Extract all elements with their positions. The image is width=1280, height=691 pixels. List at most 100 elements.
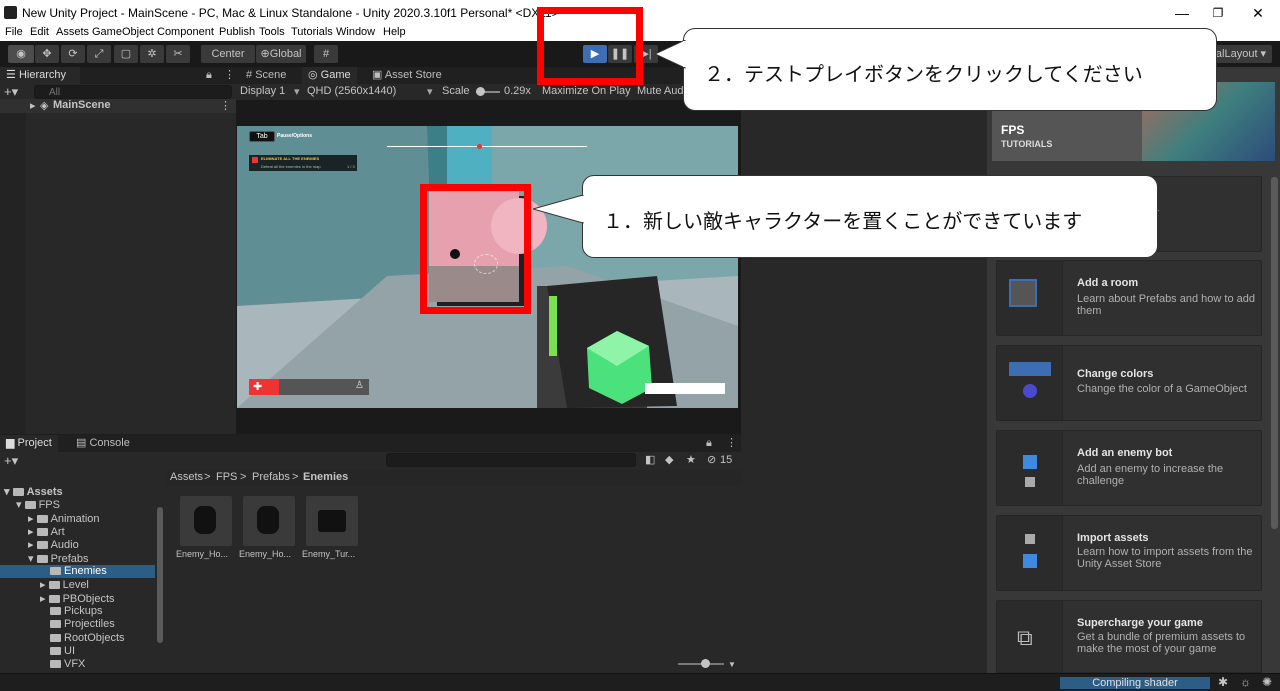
tab-project[interactable]: ▆ Project <box>0 435 58 452</box>
zoom-slider-handle[interactable] <box>701 659 710 668</box>
asset-store-tab-label: Asset Store <box>384 69 442 81</box>
unity-scene-icon: ◈ <box>40 100 49 112</box>
filter-type-icon[interactable]: ◧ <box>645 453 655 466</box>
breadcrumb-assets[interactable]: Assets <box>170 471 203 483</box>
add-object-button[interactable]: +▾ <box>4 84 26 100</box>
scale-slider-handle[interactable] <box>476 87 485 96</box>
pivot-center-button[interactable]: Center <box>201 45 255 63</box>
hierarchy-gutter <box>0 113 26 434</box>
card-icon-box <box>997 516 1063 590</box>
card-desc: Change the color of a GameObject <box>1077 383 1247 395</box>
tab-scene[interactable]: # Scene <box>240 67 292 84</box>
hidden-packages-icon[interactable]: ⊘ <box>707 453 716 466</box>
menu-window[interactable]: Window <box>336 26 375 38</box>
view-tool-eye-icon[interactable]: ◉ <box>8 45 34 63</box>
pivot-global-button[interactable]: ⊕Global <box>256 45 306 63</box>
scene-menu-icon[interactable]: ⋮ <box>220 99 231 112</box>
lock-icon[interactable]: 🔒︎ <box>200 67 218 84</box>
transform-tool-icon[interactable]: ✲ <box>140 45 164 63</box>
tree-item-ui[interactable]: UI <box>50 645 75 657</box>
scene-row[interactable]: ▸ ◈ MainScene ⋮ <box>0 99 236 113</box>
create-asset-button[interactable]: +▾ <box>4 453 18 469</box>
expand-arrow-icon[interactable]: ▸ <box>30 99 36 112</box>
asset-thumbnail[interactable] <box>180 496 232 546</box>
close-button[interactable]: ✕ <box>1240 3 1276 23</box>
tutorial-card-add-room[interactable]: Add a room Learn about Prefabs and how t… <box>996 260 1262 336</box>
minimize-button[interactable]: — <box>1164 3 1200 23</box>
menu-help[interactable]: Help <box>383 26 406 38</box>
room-icon <box>1009 279 1037 307</box>
asset-thumbnail[interactable] <box>306 496 358 546</box>
project-search-input[interactable] <box>386 453 636 467</box>
scroll-down-arrow-icon[interactable]: ▼ <box>728 660 736 669</box>
layout-dropdown[interactable]: alLayout ▾ <box>1210 45 1272 63</box>
tab-console[interactable]: ▤ Console <box>70 435 136 452</box>
resolution-dropdown[interactable]: QHD (2560x1440) <box>307 85 396 97</box>
asset-label: Enemy_Ho... <box>176 549 229 559</box>
tree-item-assets[interactable]: ▾ Assets <box>4 485 63 498</box>
breadcrumb-fps[interactable]: FPS <box>216 471 237 483</box>
tree-item-projectiles[interactable]: Projectiles <box>50 618 115 630</box>
resolution-dropdown-arrow-icon: ▾ <box>427 86 433 98</box>
tab-asset-store[interactable]: ▣ Asset Store <box>366 67 448 84</box>
tree-item-vfx[interactable]: VFX <box>50 658 85 670</box>
menu-tutorials[interactable]: Tutorials <box>291 26 333 38</box>
tree-item-audio[interactable]: ▸ Audio <box>28 538 79 551</box>
tutorial-card-add-enemy-bot[interactable]: Add an enemy bot Add an enemy to increas… <box>996 430 1262 506</box>
tree-item-level[interactable]: ▸ Level <box>40 578 89 591</box>
tutorials-scrollbar[interactable] <box>1271 177 1278 529</box>
tutorial-card-import-assets[interactable]: Import assets Learn how to import assets… <box>996 515 1262 591</box>
tree-item-pickups[interactable]: Pickups <box>50 605 103 617</box>
maximize-on-play-toggle[interactable]: Maximize On Play <box>542 85 631 97</box>
tree-item-prefabs[interactable]: ▾ Prefabs <box>28 552 89 565</box>
spinner-icon: ✺ <box>1262 675 1273 689</box>
menu-publish[interactable]: Publish <box>219 26 255 38</box>
hierarchy-search-input[interactable] <box>34 85 232 99</box>
menu-gameobject[interactable]: GameObject <box>92 26 154 38</box>
rect-tool-icon[interactable]: ▢ <box>114 45 138 63</box>
hierarchy-tabbar: ☰ Hierarchy 🔒︎ ⋮ <box>0 67 236 84</box>
tree-item-pbobjects[interactable]: ▸ PBObjects <box>40 592 115 605</box>
maximize-button[interactable]: ❐ <box>1200 3 1236 23</box>
tutorial-card-supercharge[interactable]: ⧉ Supercharge your game Get a bundle of … <box>996 600 1262 673</box>
filter-label-icon[interactable]: ◆ <box>665 453 673 466</box>
asset-thumbnail[interactable] <box>243 496 295 546</box>
custom-tool-icon[interactable]: ✂ <box>166 45 190 63</box>
auto-generate-icon[interactable]: ☼ <box>1240 675 1251 689</box>
menu-assets[interactable]: Assets <box>56 26 89 38</box>
tree-item-animation[interactable]: ▸ Animation <box>28 512 100 525</box>
tree-item-art[interactable]: ▸ Art <box>28 525 65 538</box>
rotate-tool-icon[interactable]: ⟳ <box>61 45 85 63</box>
breadcrumb-separator: > <box>204 471 211 483</box>
breadcrumb-enemies[interactable]: Enemies <box>303 471 348 483</box>
console-icon: ▤ <box>76 437 90 449</box>
grid-snap-icon[interactable]: # <box>314 45 338 63</box>
hud-tab-hint: Pause/Options <box>277 133 313 139</box>
breadcrumb-prefabs[interactable]: Prefabs <box>252 471 290 483</box>
menu-file[interactable]: File <box>5 26 23 38</box>
hidden-count: 15 <box>720 454 733 466</box>
tree-item-rootobjects[interactable]: RootObjects <box>50 632 125 644</box>
scale-tool-icon[interactable]: ⤢ <box>87 45 111 63</box>
card-title: Change colors <box>1077 368 1154 380</box>
hash-icon: # <box>246 69 256 81</box>
display-dropdown[interactable]: Display 1 <box>240 85 285 97</box>
asset-label: Enemy_Tur... <box>302 549 356 559</box>
menu-edit[interactable]: Edit <box>30 26 49 38</box>
tree-scrollbar[interactable] <box>157 507 163 643</box>
hierarchy-tab-label: Hierarchy <box>18 69 67 81</box>
move-tool-icon[interactable]: ✥ <box>35 45 59 63</box>
callout-step-two-text: ２．テストプレイボタンをクリックしてください <box>704 62 1143 86</box>
favorite-star-icon[interactable]: ★ <box>686 453 696 466</box>
project-lock-icon[interactable]: 🔒︎ <box>700 435 718 452</box>
menu-tools[interactable]: Tools <box>259 26 285 38</box>
tree-item-enemies[interactable]: Enemies <box>50 565 107 577</box>
menu-component[interactable]: Component <box>157 26 214 38</box>
tree-item-fps[interactable]: ▾ FPS <box>16 498 60 511</box>
tab-game[interactable]: ◎ Game <box>302 67 357 84</box>
tab-hierarchy[interactable]: ☰ Hierarchy <box>0 67 80 84</box>
card-desc: Get a bundle of premium assets to make t… <box>1077 631 1246 655</box>
project-menu-icon[interactable]: ⋮ <box>720 435 743 452</box>
debug-bug-icon[interactable]: ✱ <box>1218 675 1228 689</box>
tutorial-card-change-colors[interactable]: Change colors Change the color of a Game… <box>996 345 1262 421</box>
